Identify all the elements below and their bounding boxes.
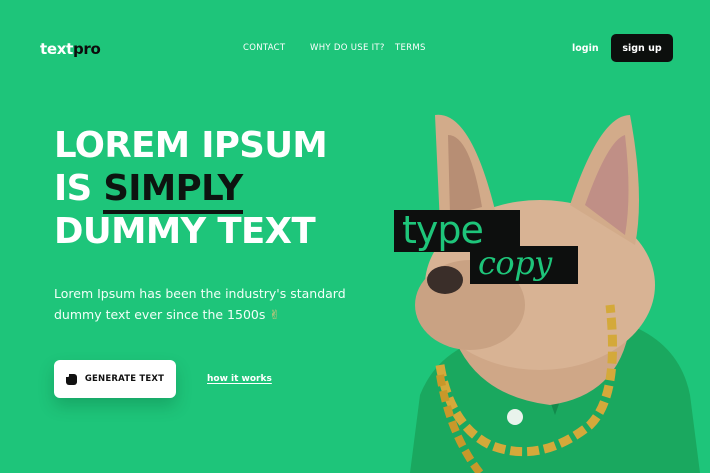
headline-prefix: IS <box>54 168 104 209</box>
nav-contact[interactable]: CONTACT <box>243 43 285 53</box>
headline-highlight: SIMPLY <box>103 168 243 214</box>
logo-pro: pro <box>73 40 101 58</box>
how-it-works-link[interactable]: how it works <box>207 374 272 384</box>
sparkle-box-icon <box>63 371 77 385</box>
hero-headline: LOREM IPSUM IS SIMPLY DUMMY TEXT <box>54 124 328 253</box>
landing-page: text pro CONTACT WHY DO USE IT? TERMS log… <box>0 0 710 473</box>
login-link[interactable]: login <box>572 43 599 54</box>
dog-nose <box>427 266 463 294</box>
copy-sticker: copy <box>470 246 578 284</box>
victory-hand-icon: ✌ <box>269 307 280 322</box>
signup-button[interactable]: sign up <box>611 34 673 62</box>
generate-text-label: GENERATE TEXT <box>84 374 165 384</box>
generate-text-button[interactable]: GENERATE TEXT <box>54 360 176 398</box>
headline-line-2: IS SIMPLY <box>54 167 327 214</box>
dog-photo <box>410 114 700 473</box>
nav-terms[interactable]: TERMS <box>395 43 426 53</box>
headline-line-3: DUMMY TEXT <box>54 211 316 252</box>
nav-why-use-it[interactable]: WHY DO USE IT? <box>310 43 385 53</box>
textpro-logo[interactable]: text pro <box>40 40 101 58</box>
hero-subtext: Lorem Ipsum has been the industry's stan… <box>54 283 354 325</box>
jacket-button <box>507 409 523 425</box>
subtext-body: Lorem Ipsum has been the industry's stan… <box>54 286 346 322</box>
headline-line-1: LOREM IPSUM <box>54 125 328 166</box>
logo-text: text <box>40 40 73 58</box>
